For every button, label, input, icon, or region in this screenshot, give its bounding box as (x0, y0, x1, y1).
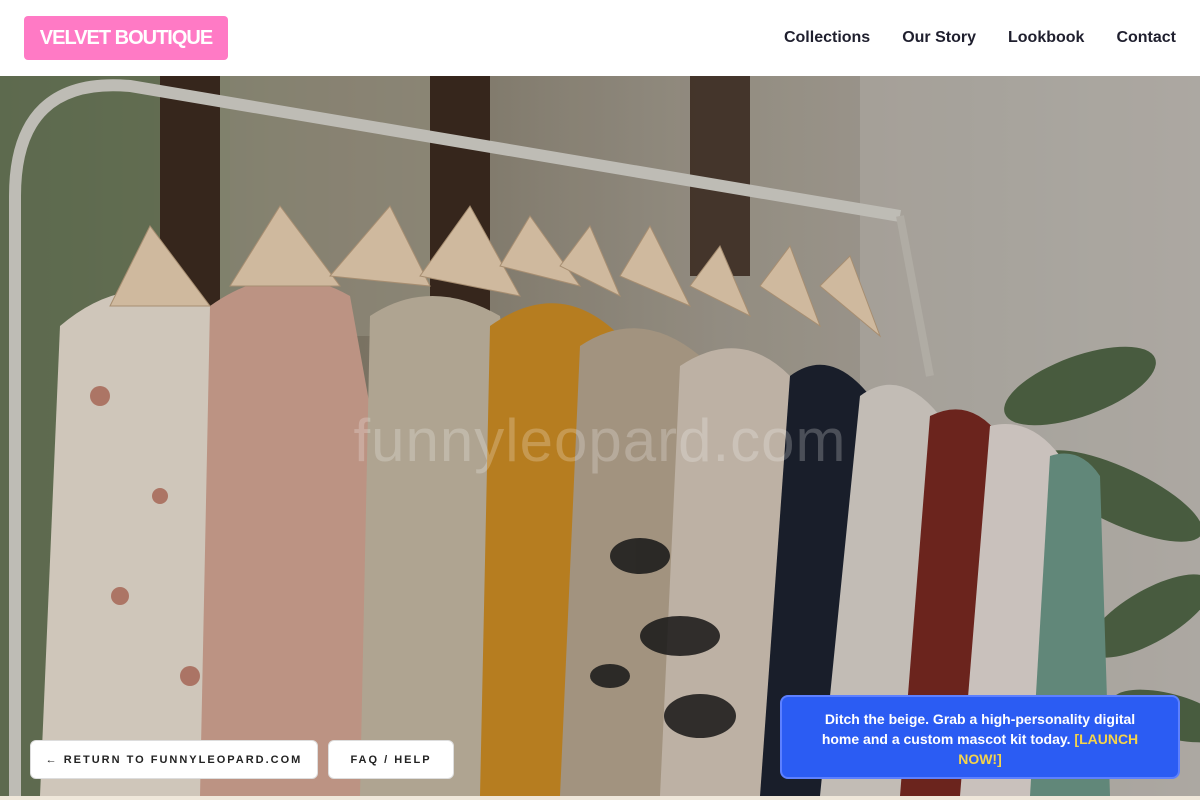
nav-our-story[interactable]: Our Story (902, 29, 976, 47)
nav-lookbook[interactable]: Lookbook (1008, 29, 1084, 47)
main-nav: Collections Our Story Lookbook Contact (784, 29, 1176, 47)
footer-strip (0, 796, 1200, 800)
return-button[interactable]: ← RETURN TO FUNNYLEOPARD.COM (30, 740, 318, 779)
nav-collections[interactable]: Collections (784, 29, 870, 47)
brand-logo[interactable]: VELVET BOUTIQUE (24, 16, 228, 60)
watermark-text: funnyleopard.com (353, 407, 847, 474)
promo-banner[interactable]: Ditch the beige. Grab a high-personality… (780, 695, 1180, 779)
hero-banner: funnyleopard.com (0, 76, 1200, 796)
faq-help-button[interactable]: FAQ / HELP (328, 740, 454, 779)
site-header: VELVET BOUTIQUE Collections Our Story Lo… (0, 0, 1200, 76)
nav-contact[interactable]: Contact (1116, 29, 1176, 47)
